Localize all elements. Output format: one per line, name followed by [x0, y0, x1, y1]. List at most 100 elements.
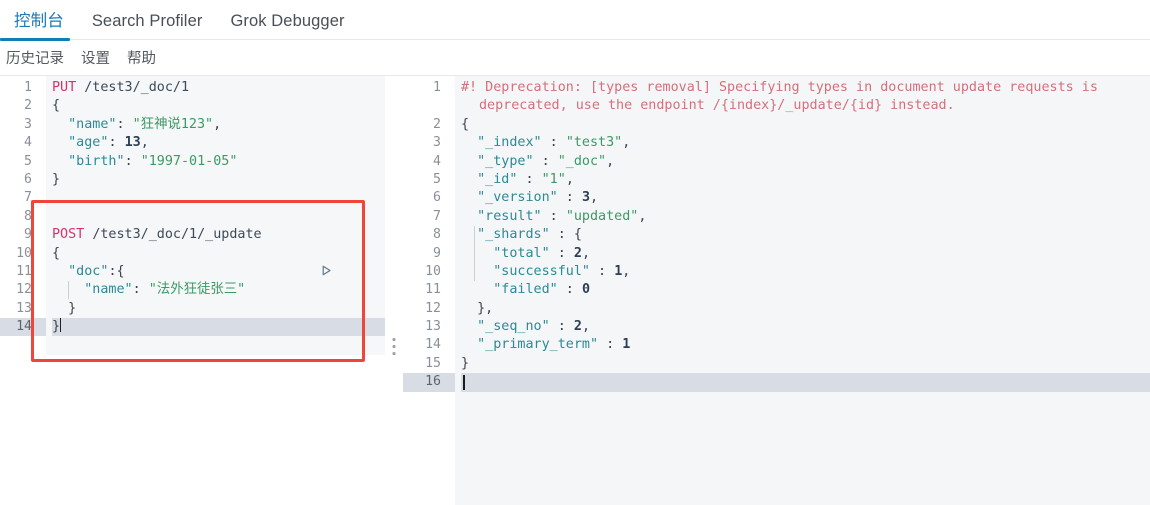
code-line[interactable]	[52, 189, 385, 207]
line-number: 12	[425, 300, 441, 316]
code-line: "_primary_term" : 1	[477, 337, 631, 353]
code-line: }	[461, 355, 470, 371]
json-key: "name"	[84, 282, 133, 298]
deprecation-warning-line-1: #! Deprecation: [types removal] Specifyi…	[461, 80, 1098, 95]
json-key: "_seq_no"	[477, 319, 550, 335]
code-line: {	[461, 116, 470, 132]
link-help[interactable]: 帮助	[127, 47, 156, 68]
line-number: 6	[433, 190, 441, 206]
request-code-area[interactable]: PUT /test3/_doc/1 { "name": "狂神说123", "a…	[46, 76, 385, 505]
json-value: 3	[581, 190, 590, 206]
code-line: "failed" : 0	[493, 282, 590, 298]
console-editor-area: 1 2 3 4 5 6 7 8 9 10 11 12 13 14 PUT /te…	[0, 76, 1150, 505]
code-line: "_seq_no" : 2,	[477, 319, 590, 335]
code-line[interactable]	[52, 208, 385, 226]
line-number: 1	[433, 80, 441, 95]
code-line: #! Deprecation: [types removal] Specifyi…	[461, 79, 1150, 97]
json-key: "name"	[68, 116, 117, 132]
code-line[interactable]: PUT /test3/_doc/1	[52, 79, 385, 97]
code-line[interactable]: "name": "狂神说123",	[52, 116, 385, 134]
line-number: 10	[425, 263, 441, 279]
json-value: "_doc"	[557, 153, 607, 169]
response-gutter: 1 2 3 4 5 6 7 8 9 10 11 12 13 14 15 16	[403, 76, 455, 505]
json-key: "_id"	[477, 171, 518, 187]
indent-guide	[68, 281, 69, 299]
response-editor[interactable]: 1 2 3 4 5 6 7 8 9 10 11 12 13 14 15 16 #…	[403, 76, 1150, 505]
code-line: "result" : "updated",	[477, 208, 647, 224]
line-number: 8	[433, 227, 441, 243]
console-toolbar: 历史记录 设置 帮助	[0, 40, 1150, 76]
code-line[interactable]: POST /test3/_doc/1/_update	[52, 226, 385, 276]
json-value: "test3"	[565, 135, 623, 151]
json-key: "_type"	[477, 153, 534, 169]
line-number: 2	[433, 116, 441, 132]
json-key: "result"	[477, 208, 542, 224]
code-line: "_id" : "1",	[477, 171, 574, 187]
line-number: 5	[24, 153, 32, 169]
code-line[interactable]: {	[52, 97, 385, 115]
line-number: 12	[16, 282, 32, 298]
code-line-active[interactable]: }	[52, 318, 385, 337]
json-value: 0	[581, 282, 590, 298]
json-key: "_primary_term"	[477, 337, 599, 353]
tab-search-profiler-label: Search Profiler	[91, 12, 203, 30]
code-line[interactable]: "name": "法外狂徒张三"	[52, 281, 385, 299]
line-number-active: 16	[403, 373, 455, 392]
request-gutter: 1 2 3 4 5 6 7 8 9 10 11 12 13 14	[0, 76, 46, 505]
text-caret	[60, 318, 62, 333]
link-settings[interactable]: 设置	[81, 47, 110, 68]
tab-grok-debugger-label: Grok Debugger	[230, 12, 345, 30]
code-line[interactable]: "age": 13,	[52, 134, 385, 152]
code-line: "_shards" : {	[477, 227, 582, 243]
json-value: "狂神说123"	[132, 116, 214, 132]
code-line[interactable]: "doc":{	[52, 263, 385, 281]
line-number: 2	[24, 98, 32, 114]
line-number: 1	[24, 80, 32, 95]
code-line[interactable]: "birth": "1997-01-05"	[52, 153, 385, 171]
code-line[interactable]: }	[52, 171, 385, 189]
json-value: "法外狂徒张三"	[148, 282, 246, 298]
code-line: },	[477, 300, 494, 316]
code-line: "successful" : 1,	[493, 263, 631, 279]
line-number: 3	[433, 135, 441, 151]
pane-splitter[interactable]	[385, 76, 403, 505]
link-history[interactable]: 历史记录	[6, 47, 64, 68]
deprecation-warning-line-2: deprecated, use the endpoint /{index}/_u…	[479, 98, 955, 114]
line-number: 9	[24, 227, 32, 243]
console-page: 控制台 Search Profiler Grok Debugger 历史记录 设…	[0, 0, 1150, 505]
json-key: "birth"	[68, 153, 125, 169]
json-value: 2	[573, 319, 582, 335]
code-line[interactable]: }	[52, 300, 385, 318]
line-number-active: 14	[0, 318, 46, 337]
line-number: 7	[24, 190, 32, 206]
json-value: 13	[124, 135, 141, 151]
tab-grok-debugger[interactable]: Grok Debugger	[216, 12, 358, 40]
code-line-active[interactable]	[461, 373, 1150, 392]
indent-guide	[474, 226, 475, 281]
request-editor[interactable]: 1 2 3 4 5 6 7 8 9 10 11 12 13 14 PUT /te…	[0, 76, 385, 505]
line-number: 4	[433, 153, 441, 169]
line-number: 7	[433, 208, 441, 224]
code-line[interactable]: {	[52, 245, 385, 263]
json-key: "age"	[68, 135, 109, 151]
json-key: "doc"	[68, 263, 109, 279]
text-caret	[463, 375, 465, 391]
tab-console[interactable]: 控制台	[0, 7, 78, 41]
line-number: 13	[16, 300, 32, 316]
request-2-method: POST	[52, 227, 85, 243]
response-code-area[interactable]: #! Deprecation: [types removal] Specifyi…	[455, 76, 1150, 505]
json-value: 2	[573, 245, 582, 261]
json-key: "_version"	[477, 190, 558, 206]
json-key: "_shards"	[477, 227, 550, 243]
response-pane[interactable]: 1 2 3 4 5 6 7 8 9 10 11 12 13 14 15 16 #…	[403, 76, 1150, 505]
code-line: "_index" : "test3",	[477, 135, 631, 151]
json-value: 1	[622, 337, 631, 353]
tab-search-profiler[interactable]: Search Profiler	[78, 12, 217, 40]
json-key: "_index"	[477, 135, 542, 151]
line-number-spacer	[403, 97, 455, 115]
request-pane[interactable]: 1 2 3 4 5 6 7 8 9 10 11 12 13 14 PUT /te…	[0, 76, 385, 505]
json-key: "successful"	[493, 263, 590, 279]
line-number: 11	[425, 282, 441, 298]
code-line: "_type" : "_doc",	[477, 153, 615, 169]
drag-handle-icon[interactable]	[392, 338, 396, 355]
